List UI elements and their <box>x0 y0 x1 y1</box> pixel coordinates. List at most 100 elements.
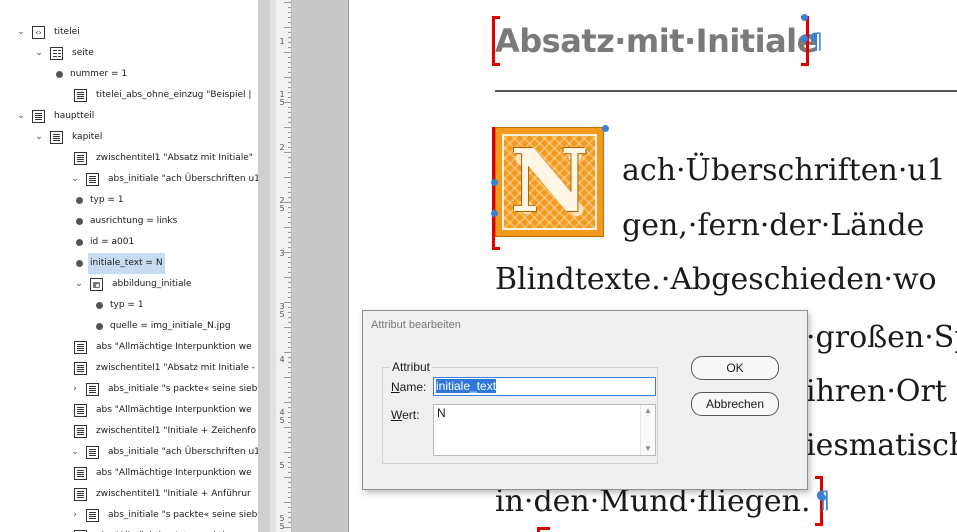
layout-element-icon <box>50 47 63 60</box>
cancel-button[interactable]: Abbrechen <box>691 392 779 416</box>
tree-row-label: abs "Allmächtige Interpunktion we <box>96 405 252 415</box>
name-input[interactable]: initiale_text <box>433 377 656 396</box>
ruler-tick <box>288 207 291 208</box>
tree-row-label: zwischentitel1 "Initiale + Zeichenfo <box>96 426 256 436</box>
tree-row[interactable]: ⌄ ‹› titelei <box>0 22 258 43</box>
ruler-tick <box>284 27 291 28</box>
tree-row[interactable]: ⌄ seite <box>0 43 258 64</box>
attribute-bullet-icon <box>76 197 83 204</box>
ruler-tick <box>288 222 291 223</box>
ruler-tick <box>288 297 291 298</box>
ruler-tick <box>288 497 291 498</box>
chevron-right-icon[interactable]: › <box>70 505 80 526</box>
tree-row[interactable]: ⌄ abs_initiale "ach Überschriften u1 <box>0 442 258 463</box>
ruler-tick <box>288 347 291 348</box>
ruler-tick <box>288 422 291 423</box>
tree-row[interactable]: abs "Allmächtige Interpunktion we <box>0 463 258 484</box>
ruler-tick <box>288 67 291 68</box>
chevron-right-icon[interactable]: › <box>70 379 80 400</box>
ok-button[interactable]: OK <box>691 356 779 380</box>
ruler-label: 4 <box>279 355 285 364</box>
frame-handle[interactable] <box>819 494 826 501</box>
attribute-bullet-icon <box>96 323 103 330</box>
ruler-tick <box>288 247 291 248</box>
ruler-tick <box>288 17 291 18</box>
tree-row[interactable]: titelei_abs_ohne_einzug "Beispiel | <box>0 85 258 106</box>
body-line-6[interactable]: iesmatisch <box>806 428 957 463</box>
body-line-5[interactable]: ihren·Ort <box>806 374 947 409</box>
ruler-tick <box>288 167 291 168</box>
ruler-tick <box>288 322 291 323</box>
ruler-tick <box>284 477 291 478</box>
ruler-tick <box>288 397 291 398</box>
chevron-down-icon[interactable]: ⌄ <box>70 442 80 463</box>
text-element-icon <box>86 509 99 522</box>
name-input-value: initiale_text <box>436 379 497 393</box>
ruler-tick <box>284 452 291 453</box>
body-line-4[interactable]: ·großen·Sp <box>806 320 957 355</box>
chevron-down-icon[interactable]: ⌄ <box>34 43 44 64</box>
tree-row[interactable]: › abs_initiale "s packte« seine siebe <box>0 379 258 400</box>
chevron-down-icon[interactable]: ⌄ <box>34 127 44 148</box>
ruler-tick <box>288 492 291 493</box>
tree-row-label: ausrichtung = links <box>90 216 178 226</box>
ruler-tick <box>288 407 291 408</box>
text-element-icon <box>86 446 99 459</box>
tree-row[interactable]: ⌄ abbildung_initiale <box>0 274 258 295</box>
frame-handle[interactable] <box>801 14 808 21</box>
body-line-1[interactable]: ach·Überschriften·u1 <box>622 153 946 188</box>
tree-row-label: zwischentitel1 "Absatz mit Initiale - <box>96 363 255 373</box>
image-handle[interactable] <box>491 179 498 186</box>
tree-row[interactable]: abs "Allmächtige Interpunktion we <box>0 337 258 358</box>
tree-row-label: titelei <box>54 27 80 37</box>
ruler-tick <box>288 57 291 58</box>
tree-row[interactable]: › abs_initiale "s packte« seine siebe <box>0 505 258 526</box>
tree-row-label: titelei_abs_ohne_einzug "Beispiel | <box>96 90 252 100</box>
scroll-up-icon[interactable]: ▲ <box>641 405 655 417</box>
body-line-2[interactable]: gen,·fern·der·Lände <box>622 208 924 243</box>
tree-row[interactable]: typ = 1 <box>0 190 258 211</box>
frame-handle[interactable] <box>801 35 808 42</box>
tree-row[interactable]: zwischentitel1 "Absatz mit Initiale" <box>0 148 258 169</box>
chevron-down-icon[interactable]: ⌄ <box>70 169 80 190</box>
edit-attribute-dialog: Attribut bearbeiten Attribut Name: initi… <box>362 310 808 490</box>
ruler-tick <box>288 287 291 288</box>
ruler-tick <box>288 267 291 268</box>
tree-row[interactable]: ⌄ kapitel <box>0 127 258 148</box>
ruler-tick <box>288 122 291 123</box>
ruler-label: 3 <box>279 249 285 258</box>
tree-row[interactable]: id = a001 <box>0 232 258 253</box>
value-scrollbar[interactable]: ▲ ▼ <box>640 405 655 455</box>
chevron-down-icon[interactable]: ⌄ <box>16 22 26 43</box>
initial-image[interactable]: N <box>495 127 604 237</box>
ruler-label: 4 5 <box>279 408 285 425</box>
attribute-bullet-icon <box>76 260 83 267</box>
tree-row[interactable]: abs "Allmächtige Interpunktion we <box>0 400 258 421</box>
ruler-label: 2 5 <box>279 196 285 213</box>
tree-row[interactable]: zwischentitel1 "Initiale + Zeichenfo <box>0 421 258 442</box>
tree-row[interactable]: zwischentitel1 "Absatz mit Initiale - <box>0 358 258 379</box>
tree-row[interactable]: nummer = 1 <box>0 64 258 85</box>
tree-row[interactable]: ⌄ hauptteil <box>0 106 258 127</box>
ruler-tick <box>288 362 291 363</box>
value-textarea[interactable]: N ▲ ▼ <box>433 404 656 456</box>
image-handle[interactable] <box>491 210 498 217</box>
chevron-down-icon[interactable]: ⌄ <box>16 106 26 127</box>
body-line-3[interactable]: Blindtexte.·Abgeschieden·wo <box>495 262 937 297</box>
tree-row[interactable]: abs "Allmächtige Interpunktion we <box>0 526 258 532</box>
tree-row[interactable]: ausrichtung = links <box>0 211 258 232</box>
ruler-label: 5 5 <box>279 514 285 531</box>
tree-row[interactable]: quelle = img_initiale_N.jpg <box>0 316 258 337</box>
text-element-icon <box>74 404 87 417</box>
tree-row[interactable]: typ = 1 <box>0 295 258 316</box>
tree-row[interactable]: zwischentitel1 "Initiale + Anführur <box>0 484 258 505</box>
image-handle[interactable] <box>602 125 609 132</box>
scroll-down-icon[interactable]: ▼ <box>641 443 655 455</box>
tree-row-label: abbildung_initiale <box>112 279 192 289</box>
tree-row[interactable]: initiale_text = N <box>0 253 258 274</box>
structure-scrollbar[interactable] <box>258 0 270 532</box>
ruler-tick <box>284 2 291 3</box>
chevron-down-icon[interactable]: ⌄ <box>74 274 84 295</box>
tree-row[interactable]: ⌄ abs_initiale "ach Überschriften u1 <box>0 169 258 190</box>
page-heading[interactable]: Absatz·mit·Initiale <box>495 22 818 60</box>
